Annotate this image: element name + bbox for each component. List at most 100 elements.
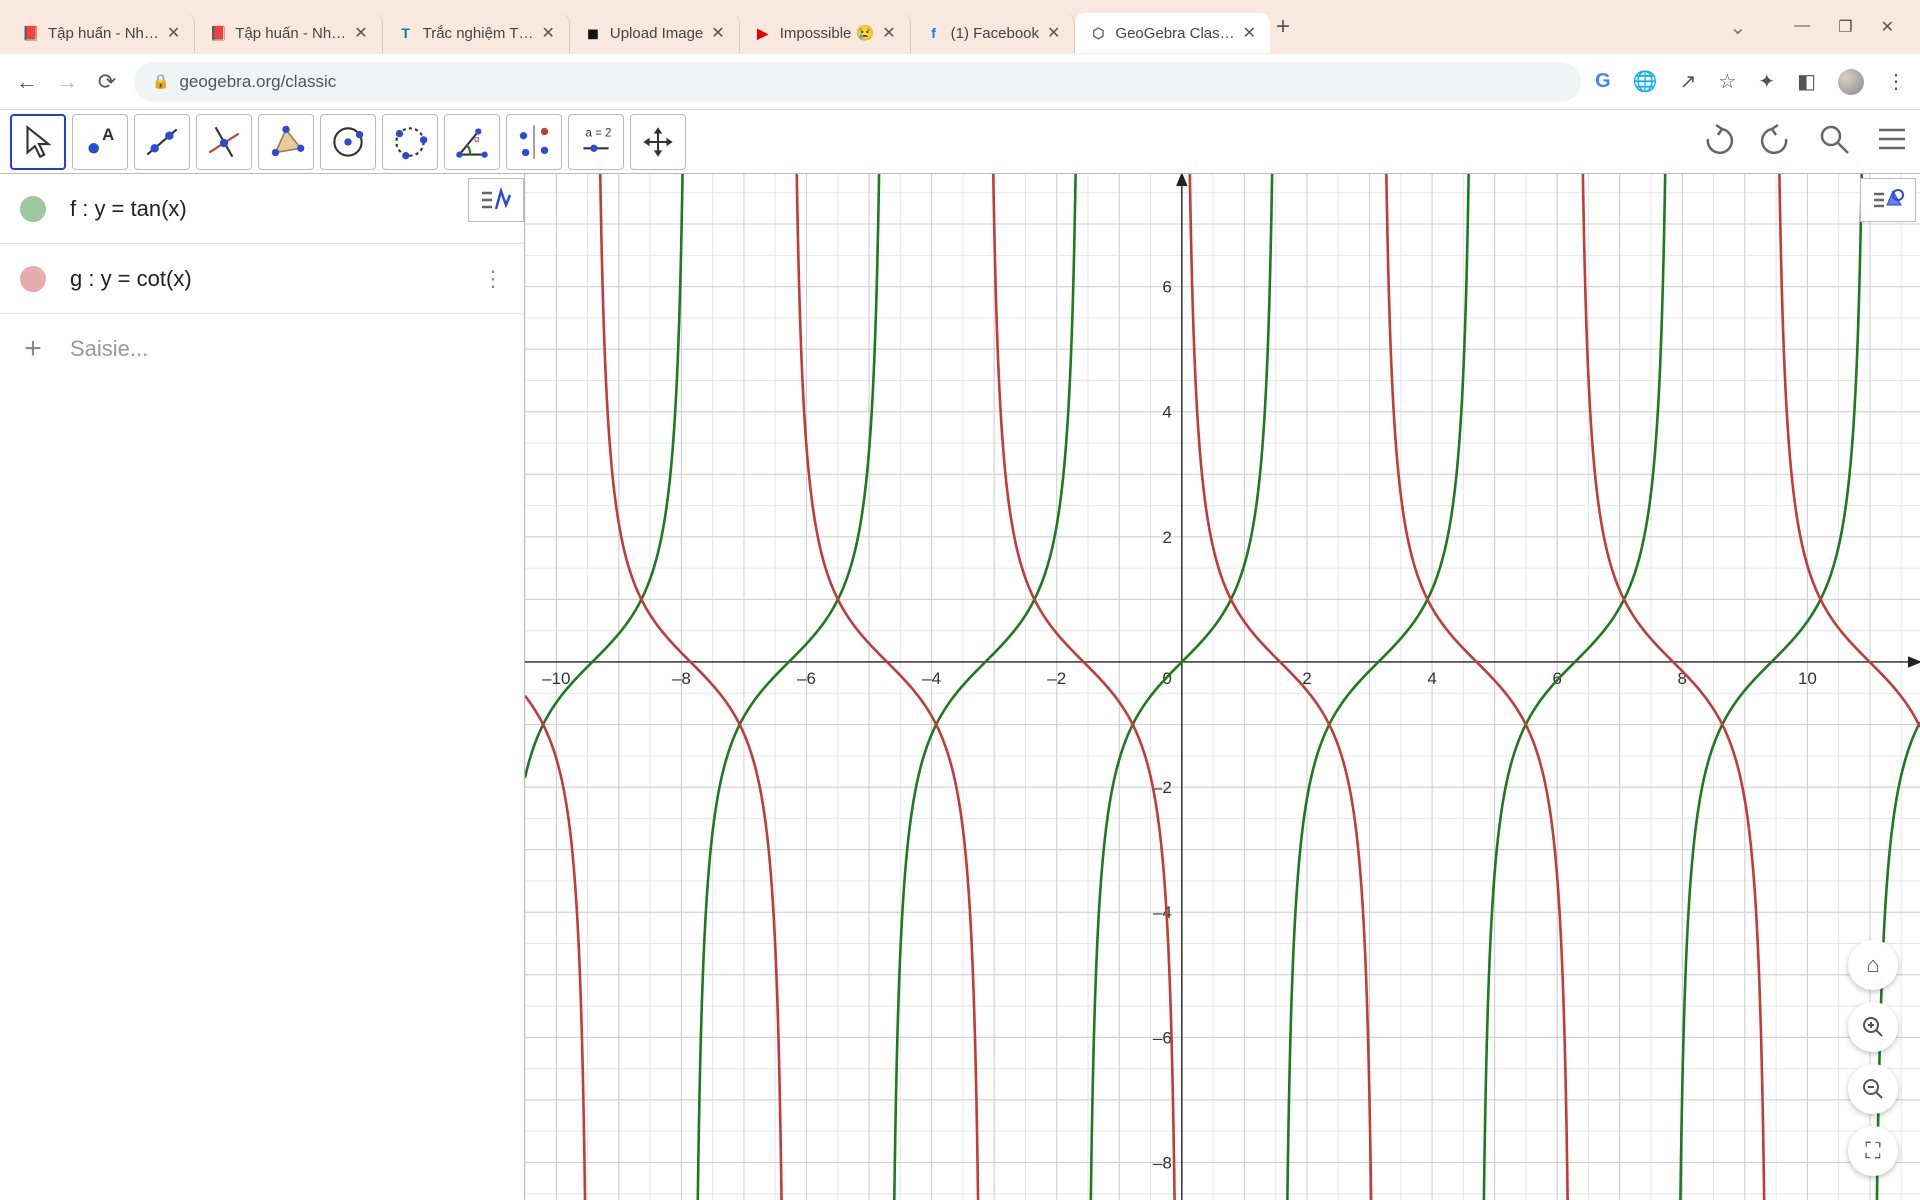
browser-tab[interactable]: ⬡ GeoGebra Clas… ✕ <box>1075 13 1270 53</box>
algebra-stylebar-button[interactable] <box>468 178 524 222</box>
algebra-expression: g : y = cot(x) <box>70 266 458 292</box>
svg-text:4: 4 <box>1427 669 1436 688</box>
fullscreen-button[interactable]: ⛶ <box>1848 1126 1898 1176</box>
algebra-input-row[interactable]: + Saisie... <box>0 314 524 384</box>
tool-bar: A α a = 2 <box>0 110 1920 174</box>
svg-text:–10: –10 <box>542 669 570 688</box>
profile-avatar[interactable] <box>1838 69 1864 95</box>
home-button[interactable]: ⌂ <box>1848 940 1898 990</box>
tool-point[interactable]: A <box>72 114 128 170</box>
tab-favicon: f <box>925 24 943 42</box>
chevron-down-icon[interactable]: ⌄ <box>1729 15 1746 40</box>
extensions-icon[interactable]: ✦ <box>1758 69 1775 94</box>
svg-text:–2: –2 <box>1047 669 1066 688</box>
tab-close-icon[interactable]: ✕ <box>541 23 554 43</box>
browser-tab[interactable]: ◼ Upload Image ✕ <box>570 13 740 53</box>
redo-button[interactable] <box>1758 121 1794 162</box>
algebra-panel: f : y = tan(x) ⋮ g : y = cot(x) ⋮ + Sais… <box>0 174 525 1200</box>
translate-icon[interactable]: 🌐 <box>1633 69 1658 94</box>
window-maximize-button[interactable]: ❐ <box>1838 17 1852 37</box>
zoom-out-button[interactable] <box>1848 1064 1898 1114</box>
algebra-row[interactable]: f : y = tan(x) ⋮ <box>0 174 524 244</box>
tab-close-icon[interactable]: ✕ <box>1243 23 1256 43</box>
visibility-dot[interactable] <box>20 266 46 292</box>
tool-perpendicular[interactable] <box>196 114 252 170</box>
tab-favicon: ⬡ <box>1089 24 1107 42</box>
tab-title: (1) Facebook <box>951 25 1039 42</box>
tab-title: Trắc nghiệm T… <box>423 25 534 42</box>
tab-list: 📕 Tập huấn - Nh… ✕📕 Tập huấn - Nh… ✕T Tr… <box>8 0 1270 54</box>
tool-reflect[interactable] <box>506 114 562 170</box>
address-bar: ← → ⟳ 🔒 geogebra.org/classic G 🌐 ↗ ☆ ✦ ◧… <box>0 54 1920 110</box>
browser-tab[interactable]: 📕 Tập huấn - Nh… ✕ <box>195 13 382 53</box>
svg-text:a = 2: a = 2 <box>586 127 612 139</box>
browser-menu-icon[interactable]: ⋮ <box>1886 69 1906 94</box>
new-tab-button[interactable]: + <box>1276 13 1290 41</box>
tab-close-icon[interactable]: ✕ <box>882 23 895 43</box>
svg-text:4: 4 <box>1162 403 1171 422</box>
url-text: geogebra.org/classic <box>179 72 336 92</box>
bookmark-icon[interactable]: ☆ <box>1718 69 1736 94</box>
search-button[interactable] <box>1816 121 1852 162</box>
svg-text:–6: –6 <box>1153 1028 1172 1047</box>
visibility-dot[interactable] <box>20 196 46 222</box>
tab-title: Tập huấn - Nh… <box>235 25 346 42</box>
svg-text:–8: –8 <box>1153 1153 1172 1172</box>
browser-tab-strip: 📕 Tập huấn - Nh… ✕📕 Tập huấn - Nh… ✕T Tr… <box>0 0 1920 54</box>
window-close-button[interactable]: ✕ <box>1881 17 1894 37</box>
tool-angle[interactable]: α <box>444 114 500 170</box>
tool-line[interactable] <box>134 114 190 170</box>
tab-favicon: 📕 <box>209 24 227 42</box>
browser-tab[interactable]: T Trắc nghiệm T… ✕ <box>383 13 570 53</box>
back-button[interactable]: ← <box>14 69 40 95</box>
tab-title: Upload Image <box>610 25 703 42</box>
tool-pointer[interactable] <box>10 114 66 170</box>
tab-close-icon[interactable]: ✕ <box>354 23 367 43</box>
svg-text:α: α <box>474 134 480 145</box>
svg-text:A: A <box>102 124 114 143</box>
tab-close-icon[interactable]: ✕ <box>1047 23 1060 43</box>
geogebra-app: A α a = 2 <box>0 110 1920 1200</box>
google-account-icon[interactable]: G <box>1595 70 1611 93</box>
svg-text:–2: –2 <box>1153 778 1172 797</box>
svg-text:–4: –4 <box>1153 903 1172 922</box>
tab-favicon: ▶ <box>754 24 772 42</box>
tab-favicon: ◼ <box>584 24 602 42</box>
svg-text:–6: –6 <box>797 669 816 688</box>
reload-button[interactable]: ⟳ <box>94 69 120 95</box>
svg-text:2: 2 <box>1162 528 1171 547</box>
browser-tab[interactable]: ▶ Impossible 😢 ✕ <box>740 13 911 53</box>
tab-close-icon[interactable]: ✕ <box>167 23 180 43</box>
tab-favicon: 📕 <box>22 24 40 42</box>
share-icon[interactable]: ↗ <box>1680 69 1697 94</box>
algebra-input-placeholder: Saisie... <box>70 336 148 362</box>
sidepanel-icon[interactable]: ◧ <box>1797 69 1816 94</box>
browser-tab[interactable]: f (1) Facebook ✕ <box>911 13 1076 53</box>
add-icon: + <box>20 332 46 366</box>
svg-text:6: 6 <box>1162 278 1171 297</box>
menu-button[interactable] <box>1874 121 1910 162</box>
tab-close-icon[interactable]: ✕ <box>711 23 724 43</box>
tab-favicon: T <box>397 24 415 42</box>
undo-button[interactable] <box>1700 121 1736 162</box>
window-minimize-button[interactable]: — <box>1794 17 1810 37</box>
browser-tab[interactable]: 📕 Tập huấn - Nh… ✕ <box>8 13 195 53</box>
tool-circle-3pt[interactable] <box>382 114 438 170</box>
tool-slider[interactable]: a = 2 <box>568 114 624 170</box>
zoom-in-button[interactable] <box>1848 1002 1898 1052</box>
algebra-row[interactable]: g : y = cot(x) ⋮ <box>0 244 524 314</box>
svg-text:10: 10 <box>1798 669 1817 688</box>
tool-polygon[interactable] <box>258 114 314 170</box>
graphics-stylebar-button[interactable] <box>1860 178 1916 222</box>
url-input[interactable]: 🔒 geogebra.org/classic <box>134 62 1581 102</box>
svg-text:–8: –8 <box>672 669 691 688</box>
tool-circle-center[interactable] <box>320 114 376 170</box>
lock-icon: 🔒 <box>152 73 169 90</box>
algebra-expression: f : y = tan(x) <box>70 196 458 222</box>
svg-text:–4: –4 <box>922 669 941 688</box>
row-menu-icon[interactable]: ⋮ <box>482 266 504 292</box>
graphics-view[interactable]: –10–8–6–4–2246810–8–6–4–22460 ⌂ ⛶ <box>525 174 1920 1200</box>
forward-button[interactable]: → <box>54 69 80 95</box>
tool-move-view[interactable] <box>630 114 686 170</box>
tab-title: GeoGebra Clas… <box>1115 25 1234 42</box>
